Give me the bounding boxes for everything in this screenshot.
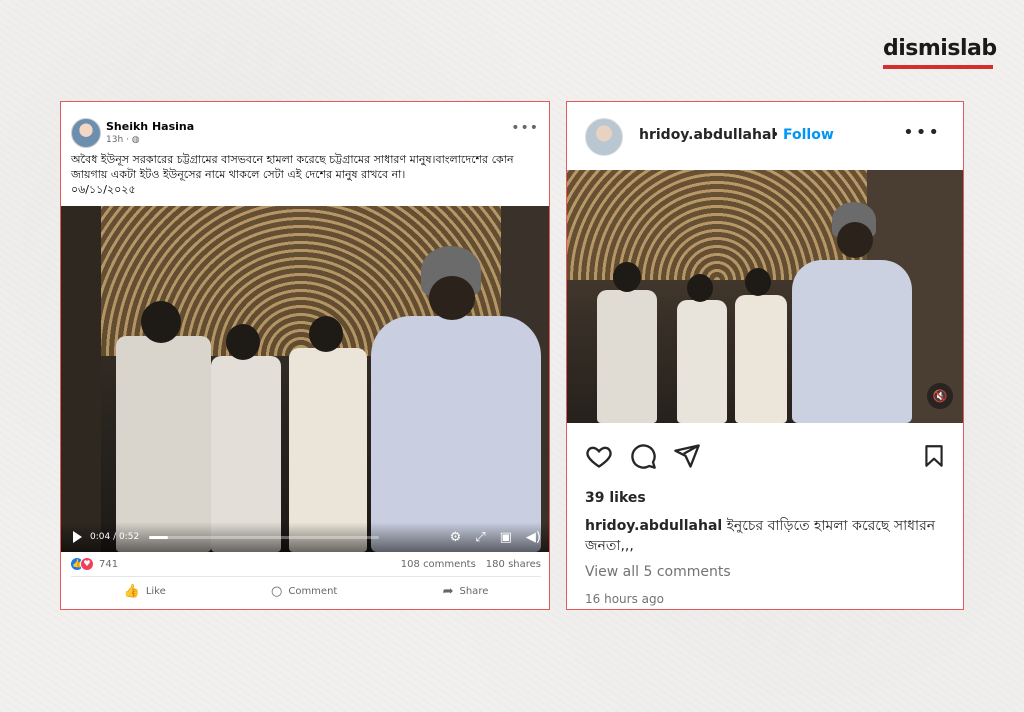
post-action-icons bbox=[585, 442, 947, 472]
caption: hridoy.abdullahal ইনুচের বাড়িতে হামলা ক… bbox=[585, 516, 945, 556]
person-2-head bbox=[226, 324, 260, 360]
pip-icon[interactable]: ▣ bbox=[500, 530, 512, 545]
video-player[interactable]: 0:04 / 0:52 ⚙ ⤢ ▣ ◀) bbox=[61, 206, 549, 552]
person-2-head bbox=[687, 274, 713, 302]
instagram-post: hridoy.abdullahal • Follow ••• 🔇 39 like… bbox=[566, 101, 964, 610]
post-time: 13h · ◍ bbox=[106, 135, 140, 145]
like-count[interactable]: 39 likes bbox=[585, 490, 646, 506]
comment-label: Comment bbox=[288, 586, 338, 597]
post-author[interactable]: Sheikh Hasina bbox=[106, 120, 194, 133]
person-3 bbox=[735, 295, 787, 423]
share-icon: ➦ bbox=[442, 584, 454, 599]
person-4-head bbox=[429, 276, 475, 320]
divider bbox=[71, 576, 541, 577]
person-4 bbox=[792, 260, 912, 423]
globe-icon: ◍ bbox=[131, 135, 140, 145]
like-button[interactable]: 👍 Like bbox=[114, 580, 176, 603]
comment-count[interactable]: 108 comments bbox=[401, 559, 476, 570]
video-progress-fill bbox=[149, 535, 168, 539]
caption-username[interactable]: hridoy.abdullahal bbox=[585, 518, 722, 534]
person-4 bbox=[371, 316, 541, 552]
thumbs-up-icon: 👍 bbox=[123, 584, 140, 599]
like-label: Like bbox=[145, 586, 166, 597]
post-time: 16 hours ago bbox=[585, 592, 664, 606]
love-reaction-icon: ♥ bbox=[80, 557, 94, 571]
play-icon[interactable] bbox=[73, 531, 82, 543]
bookmark-icon[interactable] bbox=[921, 442, 947, 470]
follow-button[interactable]: Follow bbox=[783, 127, 834, 143]
wall-left bbox=[61, 206, 101, 552]
video-time: 0:04 / 0:52 bbox=[90, 532, 140, 542]
post-actions: 👍 Like ○ Comment ➦ Share bbox=[71, 580, 541, 603]
comment-icon[interactable] bbox=[629, 442, 657, 470]
fullscreen-icon[interactable]: ⤢ bbox=[475, 530, 485, 545]
comment-button[interactable]: ○ Comment bbox=[261, 580, 347, 603]
settings-icon[interactable]: ⚙ bbox=[450, 530, 462, 545]
brand-name: dismislab bbox=[883, 36, 997, 61]
comment-icon: ○ bbox=[271, 584, 283, 599]
view-all-comments-link[interactable]: View all 5 comments bbox=[585, 564, 731, 580]
more-options-icon[interactable]: ••• bbox=[903, 122, 941, 143]
share-icon[interactable] bbox=[673, 442, 701, 470]
brand-logo: dismislab bbox=[883, 36, 997, 69]
video-progress[interactable] bbox=[149, 535, 380, 539]
post-time-text: 13h · bbox=[106, 135, 132, 145]
share-button[interactable]: ➦ Share bbox=[433, 580, 499, 603]
person-1 bbox=[597, 290, 657, 423]
reaction-stats: 👍 ♥ 741 108 comments 180 shares bbox=[71, 557, 541, 571]
avatar[interactable] bbox=[585, 118, 623, 156]
person-1 bbox=[116, 336, 211, 552]
mute-icon[interactable]: 🔇 bbox=[927, 383, 953, 409]
post-body: অবৈধ ইউনূস সরকারের চট্টগ্রামের বাসভবনে হ… bbox=[71, 152, 541, 197]
person-2 bbox=[677, 300, 727, 423]
person-4-head bbox=[837, 222, 873, 258]
post-date: ০৬/১১/২০২৫ bbox=[71, 183, 136, 196]
reaction-count[interactable]: 741 bbox=[99, 559, 118, 570]
video-controls: 0:04 / 0:52 ⚙ ⤢ ▣ ◀) bbox=[61, 522, 549, 552]
facebook-post: Sheikh Hasina 13h · ◍ ••• অবৈধ ইউনূস সরক… bbox=[60, 101, 550, 610]
person-3-head bbox=[745, 268, 771, 296]
avatar[interactable] bbox=[71, 118, 101, 148]
username[interactable]: hridoy.abdullahal bbox=[639, 127, 776, 143]
person-1-head bbox=[613, 262, 641, 292]
separator-dot: • bbox=[771, 127, 780, 143]
person-3-head bbox=[309, 316, 343, 352]
person-1-head bbox=[141, 301, 181, 343]
share-label: Share bbox=[459, 586, 489, 597]
volume-icon[interactable]: ◀) bbox=[526, 530, 541, 545]
brand-underline bbox=[883, 65, 993, 69]
video-player[interactable]: 🔇 bbox=[567, 170, 963, 423]
more-options-icon[interactable]: ••• bbox=[511, 120, 539, 136]
post-text: অবৈধ ইউনূস সরকারের চট্টগ্রামের বাসভবনে হ… bbox=[71, 153, 514, 181]
heart-icon[interactable] bbox=[585, 442, 613, 470]
share-count[interactable]: 180 shares bbox=[486, 559, 541, 570]
